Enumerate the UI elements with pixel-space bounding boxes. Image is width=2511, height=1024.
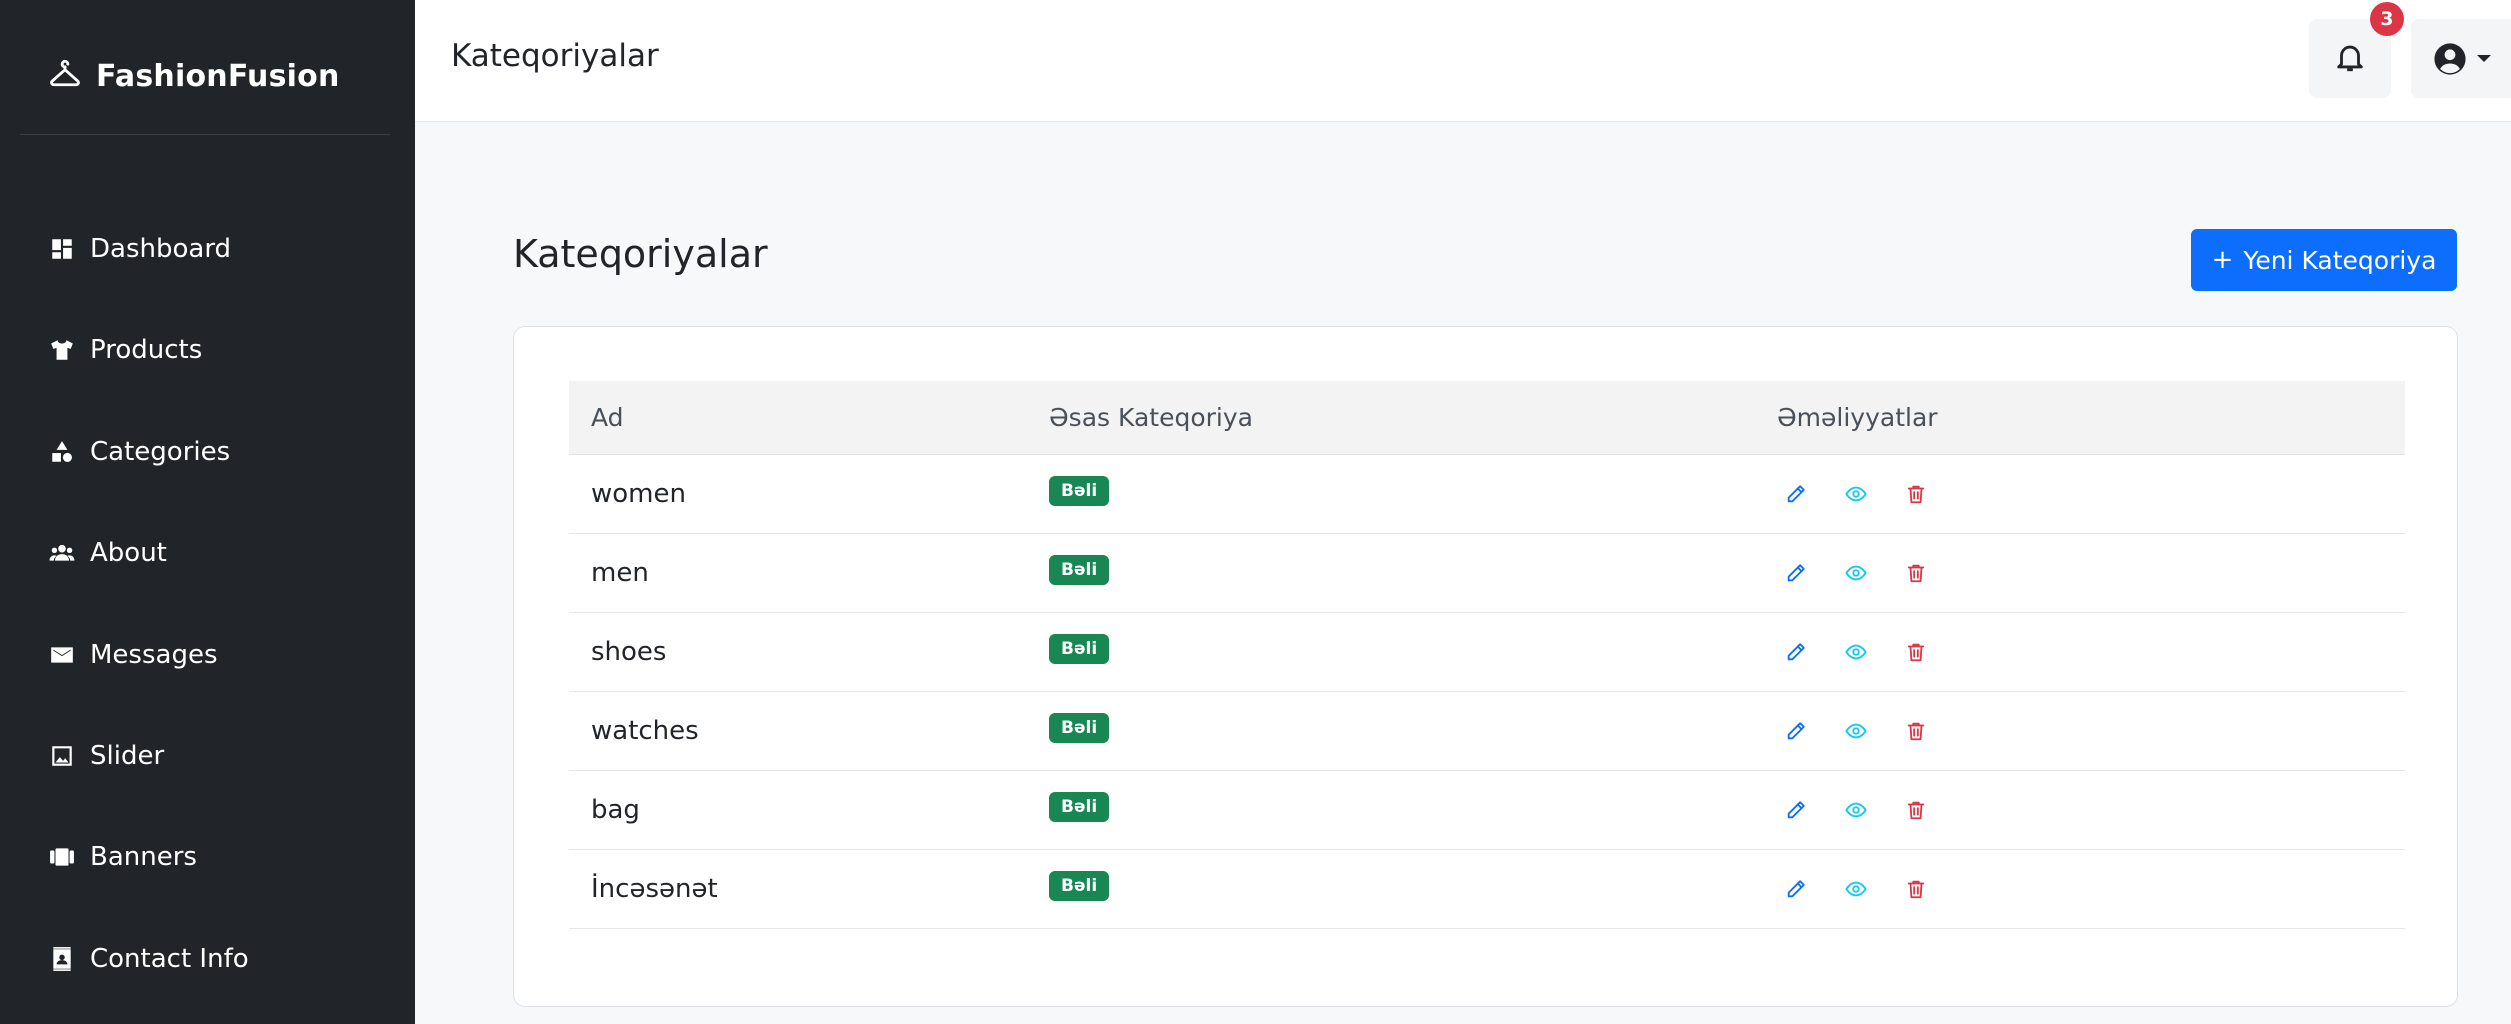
status-badge: Bəli bbox=[1049, 792, 1110, 822]
column-header-actions: Əməliyyatlar bbox=[1773, 381, 2405, 455]
dashboard-icon bbox=[48, 235, 76, 263]
sidebar-item-categories[interactable]: Categories bbox=[48, 427, 230, 477]
actions-cell bbox=[1773, 612, 2405, 692]
delete-icon[interactable] bbox=[1905, 641, 1927, 663]
delete-icon[interactable] bbox=[1905, 799, 1927, 821]
view-icon[interactable] bbox=[1845, 799, 1867, 821]
edit-icon[interactable] bbox=[1785, 641, 1807, 663]
sidebar-item-slider[interactable]: Slider bbox=[48, 731, 164, 781]
brand-name: FashionFusion bbox=[96, 58, 340, 94]
sidebar-item-products[interactable]: Products bbox=[48, 325, 202, 375]
table-row: İncəsənət Bəli bbox=[569, 849, 2405, 929]
sidebar-item-label: Messages bbox=[90, 640, 218, 670]
actions-cell bbox=[1773, 533, 2405, 613]
sidebar-item-contact-info[interactable]: Contact Info bbox=[48, 934, 249, 984]
view-icon[interactable] bbox=[1845, 878, 1867, 900]
sidebar-item-label: Products bbox=[90, 335, 203, 365]
sidebar-item-label: Slider bbox=[90, 741, 165, 771]
envelope-icon bbox=[48, 641, 76, 669]
table-header-row: Ad Əsas Kateqoriya Əməliyyatlar bbox=[569, 381, 2405, 455]
table-row: bag Bəli bbox=[569, 770, 2405, 850]
sidebar-item-dashboard[interactable]: Dashboard bbox=[48, 224, 231, 274]
delete-icon[interactable] bbox=[1905, 878, 1927, 900]
actions-cell bbox=[1773, 691, 2405, 771]
category-name: watches bbox=[569, 691, 1049, 771]
user-avatar-icon bbox=[2434, 42, 2466, 75]
table-row: women Bəli bbox=[569, 454, 2405, 534]
shapes-icon bbox=[48, 438, 76, 466]
main-category-cell: Bəli bbox=[1049, 849, 1773, 929]
bell-icon bbox=[2333, 40, 2367, 78]
shirt-icon bbox=[48, 336, 76, 364]
table-row: men Bəli bbox=[569, 533, 2405, 613]
categories-card: Ad Əsas Kateqoriya Əməliyyatlar women Bəl… bbox=[513, 326, 2458, 1007]
status-badge: Bəli bbox=[1049, 871, 1110, 901]
main-category-cell: Bəli bbox=[1049, 770, 1773, 850]
view-icon[interactable] bbox=[1845, 720, 1867, 742]
sidebar-item-label: Dashboard bbox=[90, 234, 232, 264]
sidebar-divider bbox=[20, 134, 390, 135]
main-category-cell: Bəli bbox=[1049, 691, 1773, 771]
categories-table: Ad Əsas Kateqoriya Əməliyyatlar women Bəl… bbox=[569, 381, 2405, 929]
view-icon[interactable] bbox=[1845, 483, 1867, 505]
edit-icon[interactable] bbox=[1785, 799, 1807, 821]
chevron-down-icon bbox=[2477, 55, 2491, 62]
carousel-icon bbox=[48, 843, 76, 871]
delete-icon[interactable] bbox=[1905, 562, 1927, 584]
sidebar-item-about[interactable]: About bbox=[48, 528, 167, 578]
new-category-label: Yeni Kateqoriya bbox=[2243, 245, 2437, 275]
users-icon bbox=[48, 539, 76, 567]
column-header-name: Ad bbox=[569, 381, 1049, 455]
delete-icon[interactable] bbox=[1905, 720, 1927, 742]
category-name: shoes bbox=[569, 612, 1049, 692]
category-name: İncəsənət bbox=[569, 849, 1049, 929]
category-name: men bbox=[569, 533, 1049, 613]
view-icon[interactable] bbox=[1845, 641, 1867, 663]
edit-icon[interactable] bbox=[1785, 878, 1807, 900]
status-badge: Bəli bbox=[1049, 634, 1110, 664]
delete-icon[interactable] bbox=[1905, 483, 1927, 505]
main-category-cell: Bəli bbox=[1049, 533, 1773, 613]
edit-icon[interactable] bbox=[1785, 720, 1807, 742]
image-icon bbox=[48, 742, 76, 770]
plus-icon: + bbox=[2211, 245, 2234, 275]
column-header-main-category: Əsas Kateqoriya bbox=[1049, 381, 1773, 455]
sidebar-item-banners[interactable]: Banners bbox=[48, 832, 197, 882]
actions-cell bbox=[1773, 849, 2405, 929]
category-name: bag bbox=[569, 770, 1049, 850]
main-category-cell: Bəli bbox=[1049, 612, 1773, 692]
sidebar-item-label: Banners bbox=[90, 842, 197, 872]
notification-badge: 3 bbox=[2370, 2, 2404, 36]
status-badge: Bəli bbox=[1049, 713, 1110, 743]
actions-cell bbox=[1773, 454, 2405, 534]
user-menu-button[interactable] bbox=[2411, 19, 2511, 98]
category-name: women bbox=[569, 454, 1049, 534]
status-badge: Bəli bbox=[1049, 555, 1110, 585]
header-title: Kateqoriyalar bbox=[451, 38, 659, 74]
brand-logo[interactable]: FashionFusion bbox=[48, 56, 340, 96]
edit-icon[interactable] bbox=[1785, 483, 1807, 505]
page-title: Kateqoriyalar bbox=[513, 232, 768, 276]
sidebar-item-label: About bbox=[90, 538, 167, 568]
sidebar: FashionFusion Dashboard Products Categor… bbox=[0, 0, 415, 1024]
table-row: watches Bəli bbox=[569, 691, 2405, 771]
top-header: Kateqoriyalar 3 bbox=[415, 0, 2511, 122]
hanger-icon bbox=[48, 57, 82, 95]
main-category-cell: Bəli bbox=[1049, 454, 1773, 534]
sidebar-item-messages[interactable]: Messages bbox=[48, 630, 218, 680]
status-badge: Bəli bbox=[1049, 476, 1110, 506]
contact-card-icon bbox=[48, 945, 76, 973]
sidebar-item-label: Contact Info bbox=[90, 944, 249, 974]
new-category-button[interactable]: + Yeni Kateqoriya bbox=[2191, 229, 2457, 291]
sidebar-item-label: Categories bbox=[90, 437, 231, 467]
table-row: shoes Bəli bbox=[569, 612, 2405, 692]
view-icon[interactable] bbox=[1845, 562, 1867, 584]
actions-cell bbox=[1773, 770, 2405, 850]
edit-icon[interactable] bbox=[1785, 562, 1807, 584]
